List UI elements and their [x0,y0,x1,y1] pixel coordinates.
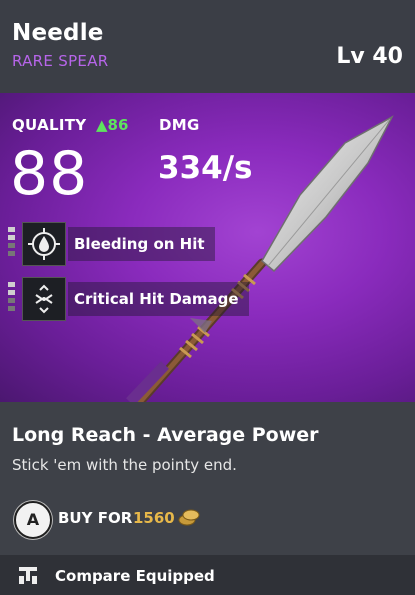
dmg-label: DMG [159,116,200,134]
buy-price: 1560 [133,509,175,527]
item-info: Long Reach - Average Power Stick 'em wit… [0,402,415,555]
crit-icon [22,277,66,321]
quality-delta: ▲86 [96,116,128,134]
item-header: Needle RARE SPEAR Lv 40 [0,0,415,93]
coin-icon [178,509,200,526]
bleed-icon [22,222,66,266]
item-preview: QUALITY ▲86 DMG 88 334/s Bleeding on Hit… [0,93,415,402]
perk-bleeding[interactable]: Bleeding on Hit [8,222,243,266]
up-arrow-icon: ▲ [96,116,108,134]
buy-label[interactable]: BUY FOR [58,509,132,527]
quality-delta-value: 86 [107,116,129,134]
item-name: Needle [12,20,104,46]
perk-tier-pips [8,282,16,314]
quality-label: QUALITY [12,116,87,134]
item-rarity: RARE SPEAR [12,52,109,70]
quality-value: 88 [10,139,89,209]
compare-equipped-label[interactable]: Compare Equipped [55,567,215,585]
dmg-value: 334/s [158,150,253,186]
compare-icon[interactable] [16,564,40,588]
ability-title: Long Reach - Average Power [12,424,319,446]
perk-tier-pips [8,227,16,259]
perk-label: Critical Hit Damage [68,282,249,316]
perk-critical[interactable]: Critical Hit Damage [8,277,249,321]
item-card: Needle RARE SPEAR Lv 40 QUALITY ▲86 DMG … [0,0,415,595]
perk-label: Bleeding on Hit [68,227,215,261]
footer-bar: Compare Equipped [0,555,415,595]
item-level: Lv 40 [336,44,403,69]
flavor-text: Stick 'em with the pointy end. [12,456,237,474]
a-button-icon[interactable]: A [14,501,52,539]
